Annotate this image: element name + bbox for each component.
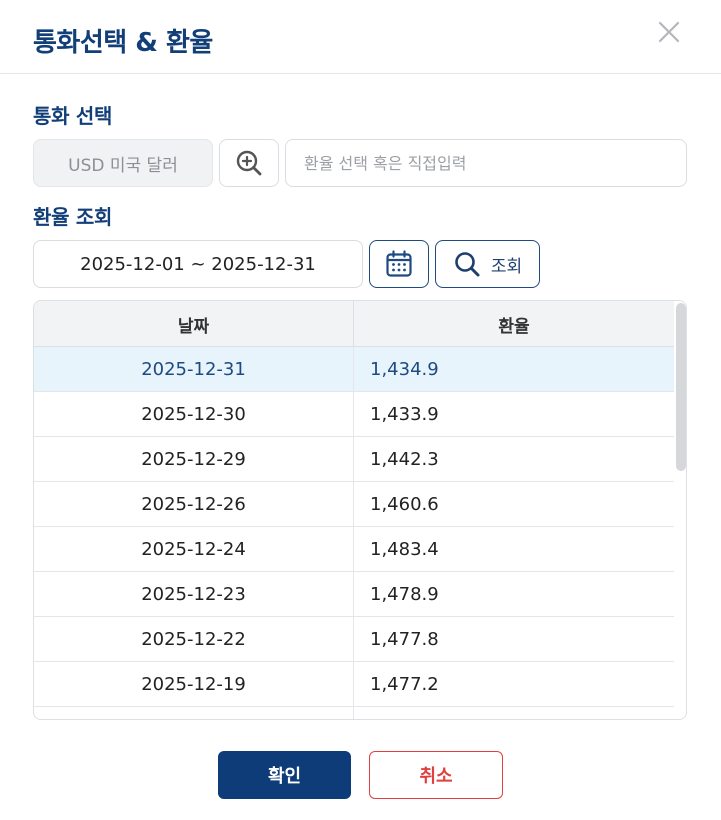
dialog-header: 통화선택 & 환율 <box>0 0 721 74</box>
selected-currency-field: USD 미국 달러 <box>33 139 213 187</box>
cell-date: 2025-12-19 <box>34 662 354 706</box>
scrollbar-thumb[interactable] <box>676 303 686 471</box>
table-row[interactable]: 2025-12-23 1,478.9 <box>34 572 674 617</box>
table-row[interactable] <box>34 707 674 719</box>
rate-table: 날짜 환율 2025-12-31 1,434.9 2025-12-30 1,43… <box>33 300 687 720</box>
confirm-button[interactable]: 확인 <box>218 751 351 799</box>
cell-date: 2025-12-26 <box>34 482 354 526</box>
table-row[interactable]: 2025-12-24 1,483.4 <box>34 527 674 572</box>
cell-rate: 1,433.9 <box>370 403 439 425</box>
table-row[interactable]: 2025-12-26 1,460.6 <box>34 482 674 527</box>
close-icon <box>658 21 680 43</box>
cell-rate: 1,478.9 <box>370 583 439 605</box>
zoom-in-icon <box>236 150 262 176</box>
cell-date <box>34 707 354 719</box>
table-body: 2025-12-31 1,434.9 2025-12-30 1,433.9 20… <box>34 347 674 719</box>
table-row[interactable]: 2025-12-22 1,477.8 <box>34 617 674 662</box>
lookup-button-label: 조회 <box>490 256 523 277</box>
cell-date: 2025-12-29 <box>34 437 354 481</box>
cancel-button[interactable]: 취소 <box>369 751 503 799</box>
close-button[interactable] <box>653 16 685 48</box>
column-header-date: 날짜 <box>34 301 354 347</box>
date-range-text: 2025-12-01 ~ 2025-12-31 <box>80 253 316 275</box>
rate-section-label: 환율 조회 <box>33 205 113 229</box>
currency-section-label: 통화 선택 <box>33 104 113 128</box>
date-range-field[interactable]: 2025-12-01 ~ 2025-12-31 <box>33 240 363 288</box>
table-row[interactable]: 2025-12-29 1,442.3 <box>34 437 674 482</box>
column-header-rate: 환율 <box>498 316 530 337</box>
cell-date: 2025-12-24 <box>34 527 354 571</box>
cell-rate: 1,460.6 <box>370 493 439 515</box>
cell-rate: 1,477.8 <box>370 628 439 650</box>
cell-date: 2025-12-30 <box>34 392 354 436</box>
table-row[interactable]: 2025-12-31 1,434.9 <box>34 347 674 392</box>
table-header: 날짜 환율 <box>34 301 674 347</box>
selected-currency-text: USD 미국 달러 <box>68 155 178 176</box>
cell-date: 2025-12-22 <box>34 617 354 661</box>
currency-search-button[interactable] <box>219 139 279 187</box>
rate-input[interactable] <box>285 139 687 187</box>
cell-rate: 1,442.3 <box>370 448 439 470</box>
table-row[interactable]: 2025-12-30 1,433.9 <box>34 392 674 437</box>
search-icon <box>455 252 480 277</box>
dialog-title: 통화선택 & 환율 <box>33 28 213 58</box>
cell-rate: 1,477.2 <box>370 673 439 695</box>
cell-rate <box>354 707 674 719</box>
calendar-icon <box>386 250 412 277</box>
cell-rate: 1,483.4 <box>370 538 439 560</box>
cell-rate: 1,434.9 <box>370 358 439 380</box>
table-row[interactable]: 2025-12-19 1,477.2 <box>34 662 674 707</box>
calendar-button[interactable] <box>369 240 429 288</box>
cell-date: 2025-12-31 <box>34 347 354 391</box>
cell-date: 2025-12-23 <box>34 572 354 616</box>
lookup-button[interactable]: 조회 <box>435 240 540 288</box>
